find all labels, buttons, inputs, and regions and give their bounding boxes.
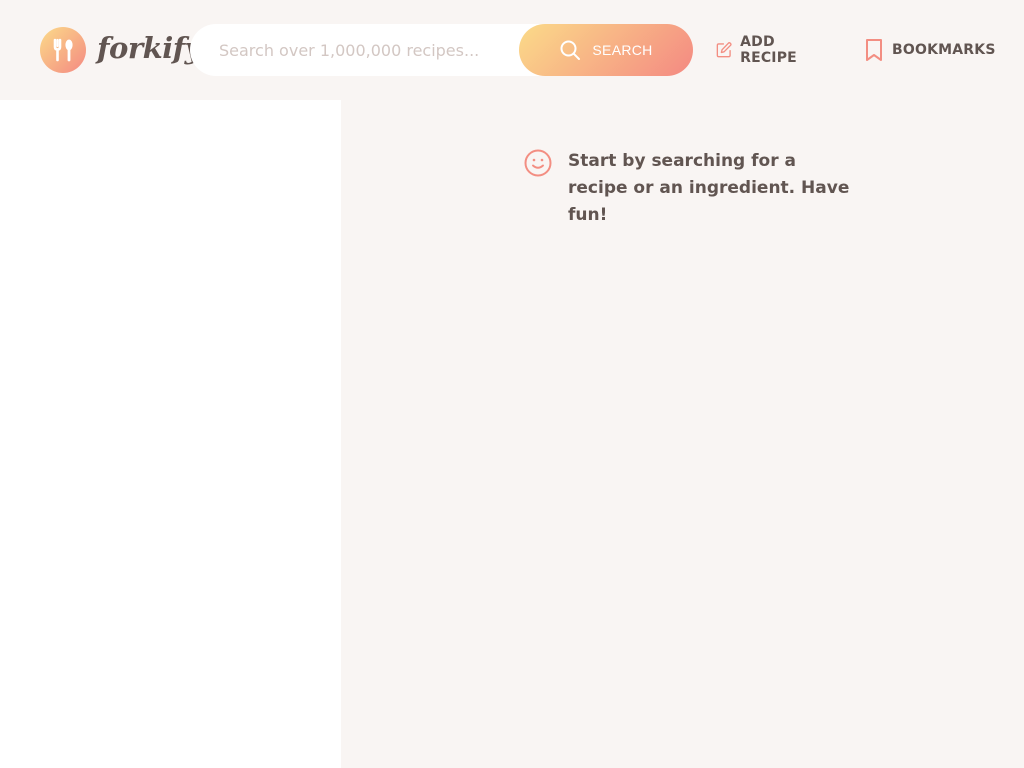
search-icon bbox=[560, 40, 581, 60]
bookmarks-label: BOOKMARKS bbox=[892, 42, 996, 58]
bookmark-icon bbox=[866, 39, 882, 61]
smile-icon bbox=[524, 149, 552, 177]
search-button[interactable]: SEARCH bbox=[519, 24, 693, 76]
empty-state-message: Start by searching for a recipe or an in… bbox=[523, 148, 853, 229]
recipe-panel: Start by searching for a recipe or an in… bbox=[341, 100, 1024, 768]
add-recipe-button[interactable]: ADD RECIPE bbox=[716, 34, 805, 66]
search-results-panel bbox=[0, 100, 341, 768]
search-input[interactable] bbox=[190, 24, 530, 76]
logo-text: forkify bbox=[97, 31, 202, 65]
edit-icon bbox=[716, 42, 732, 58]
search-form: SEARCH bbox=[190, 24, 693, 76]
header: forkify SEARCH ADD RECIPE BOOKMARKS bbox=[0, 0, 1024, 100]
search-button-label: SEARCH bbox=[592, 42, 653, 58]
empty-state-text: Start by searching for a recipe or an in… bbox=[568, 151, 850, 225]
fork-knife-icon bbox=[40, 27, 86, 73]
add-recipe-label: ADD RECIPE bbox=[740, 34, 797, 66]
bookmarks-button[interactable]: BOOKMARKS bbox=[864, 36, 996, 64]
logo[interactable]: forkify bbox=[40, 27, 202, 73]
